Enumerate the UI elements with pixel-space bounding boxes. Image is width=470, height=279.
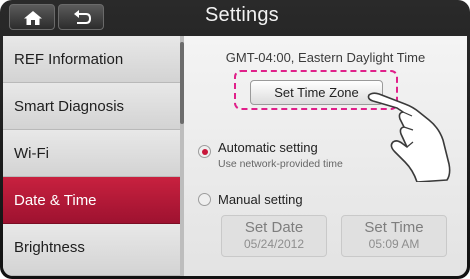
sidebar-item-date-time[interactable]: Date & Time bbox=[3, 177, 180, 224]
date-time-panel: GMT-04:00, Eastern Daylight Time Set Tim… bbox=[184, 36, 467, 276]
device-frame: Settings REF Information Smart Diagnosis… bbox=[0, 0, 470, 279]
title-bar: Settings bbox=[0, 0, 470, 34]
sidebar-item-smart-diagnosis[interactable]: Smart Diagnosis bbox=[3, 83, 180, 130]
page-title: Settings bbox=[205, 4, 279, 26]
home-icon bbox=[24, 11, 42, 25]
sidebar-item-wifi[interactable]: Wi-Fi bbox=[3, 130, 180, 177]
set-time-zone-button[interactable]: Set Time Zone bbox=[250, 80, 383, 105]
sidebar-item-brightness[interactable]: Brightness bbox=[3, 224, 180, 276]
timezone-text: GMT-04:00, Eastern Daylight Time bbox=[225, 50, 426, 65]
set-time-label: Set Time bbox=[364, 219, 424, 236]
set-date-value: 05/24/2012 bbox=[243, 237, 305, 251]
back-arrow-icon bbox=[74, 10, 92, 24]
set-date-label: Set Date bbox=[244, 219, 304, 236]
set-time-value: 05:09 AM bbox=[368, 237, 420, 251]
set-date-button[interactable]: Set Date 05/24/2012 bbox=[221, 215, 327, 257]
set-time-button[interactable]: Set Time 05:09 AM bbox=[341, 215, 447, 257]
sidebar-item-label: Smart Diagnosis bbox=[14, 98, 125, 115]
settings-screen: REF Information Smart Diagnosis Wi-Fi Da… bbox=[3, 36, 467, 276]
manual-setting-label: Manual setting bbox=[218, 192, 303, 207]
sidebar: REF Information Smart Diagnosis Wi-Fi Da… bbox=[3, 36, 184, 276]
sidebar-item-ref-information[interactable]: REF Information bbox=[3, 36, 180, 83]
automatic-setting-sublabel: Use network-provided time bbox=[218, 158, 343, 170]
sidebar-item-label: Date & Time bbox=[14, 192, 97, 209]
sidebar-item-label: Wi-Fi bbox=[14, 145, 49, 162]
pointing-hand-icon bbox=[367, 92, 451, 182]
home-button[interactable] bbox=[9, 4, 55, 30]
back-button[interactable] bbox=[58, 4, 104, 30]
automatic-setting-label: Automatic setting bbox=[218, 140, 318, 155]
manual-setting-radio[interactable] bbox=[198, 193, 211, 206]
automatic-setting-radio[interactable] bbox=[198, 145, 211, 158]
sidebar-item-label: Brightness bbox=[14, 239, 85, 256]
sidebar-item-label: REF Information bbox=[14, 51, 124, 68]
